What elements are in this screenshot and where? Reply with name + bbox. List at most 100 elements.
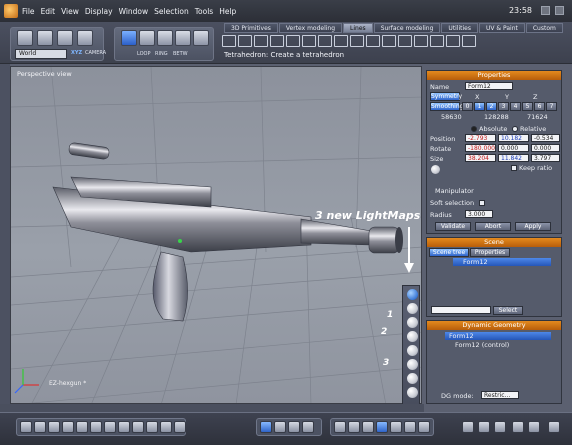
menu-help[interactable]: Help — [219, 7, 236, 16]
render-settings-icon[interactable] — [494, 421, 506, 433]
gun-model[interactable] — [52, 142, 403, 322]
layout-icon[interactable] — [90, 421, 102, 433]
lightmap-3-sphere-icon[interactable] — [407, 359, 418, 370]
curve-icon[interactable] — [254, 35, 268, 47]
scene-tree-item[interactable]: Form12 — [463, 258, 488, 266]
smoothing-6[interactable]: 6 — [534, 102, 545, 111]
lightmap-1-sphere-icon[interactable] — [407, 303, 418, 314]
lightmap-sphere-icon[interactable] — [407, 387, 418, 398]
perspective-viewport[interactable]: Perspective view 3 new LightMaps 1 2 3 E… — [10, 66, 422, 404]
rectangle-line-icon[interactable] — [222, 35, 236, 47]
face-mode-cube-icon[interactable] — [139, 30, 155, 46]
split-view-vertical-icon[interactable] — [62, 421, 74, 433]
tab-custom[interactable]: Custom — [525, 23, 563, 33]
relative-radio[interactable] — [512, 126, 518, 132]
size-x-field[interactable]: 38.204 — [465, 154, 496, 162]
tab-vertex-modeling[interactable]: Vertex modeling — [278, 23, 343, 33]
tab-surface-modeling[interactable]: Surface modeling — [373, 23, 441, 33]
pan-icon[interactable] — [260, 421, 272, 433]
smoothing-4[interactable]: 4 — [510, 102, 521, 111]
xyz-label[interactable]: XYZ — [71, 50, 82, 56]
extract-curve-icon[interactable] — [398, 35, 412, 47]
scene-filter-input[interactable] — [431, 306, 491, 314]
rotate-z-field[interactable]: 0.000 — [531, 144, 560, 152]
pivot-sphere-icon[interactable] — [431, 165, 440, 174]
arc-icon[interactable] — [318, 35, 332, 47]
smoothing-1[interactable]: 1 — [474, 102, 485, 111]
select-arrow-icon[interactable] — [17, 30, 33, 46]
render-preview-icon[interactable] — [512, 421, 524, 433]
single-view-icon[interactable] — [20, 421, 32, 433]
star-icon[interactable] — [350, 35, 364, 47]
keep-ratio-checkbox[interactable] — [511, 165, 517, 171]
vertex-mode-cube-icon[interactable] — [175, 30, 191, 46]
apply-button[interactable]: Apply — [515, 222, 551, 231]
world-select[interactable]: World — [15, 49, 67, 59]
object-mode-cube-icon[interactable] — [121, 30, 137, 46]
split-view-icon[interactable] — [48, 421, 60, 433]
lightmap-sphere-icon[interactable] — [407, 345, 418, 356]
layout-alt-icon[interactable] — [104, 421, 116, 433]
lightmap-sphere-icon[interactable] — [407, 373, 418, 384]
tab-scene-properties[interactable]: Properties — [470, 248, 510, 257]
globe-icon[interactable] — [334, 421, 346, 433]
size-z-field[interactable]: 3.797 — [531, 154, 560, 162]
frame-icon[interactable] — [302, 421, 314, 433]
sphere-shading-icon[interactable] — [348, 421, 360, 433]
position-x-field[interactable]: -2.793 — [465, 134, 496, 142]
soft-selection-checkbox[interactable] — [479, 200, 485, 206]
text-tool-icon[interactable] — [382, 35, 396, 47]
between-label[interactable]: BETW — [173, 51, 188, 57]
sphere-icon[interactable] — [462, 35, 476, 47]
lightmap-globe-icon[interactable] — [407, 289, 418, 300]
viewport-left-handle[interactable] — [0, 64, 10, 404]
smoothing-button[interactable]: Smoothing — [430, 102, 463, 111]
render-final-icon[interactable] — [528, 421, 540, 433]
symmetry-button[interactable]: Symmetry — [430, 92, 462, 101]
sphere-shading-alt-icon[interactable] — [362, 421, 374, 433]
menu-tools[interactable]: Tools — [195, 7, 213, 16]
close-button[interactable] — [555, 6, 564, 15]
lightmap-icon[interactable] — [404, 421, 416, 433]
spiral-icon[interactable] — [334, 35, 348, 47]
render-region-icon[interactable] — [478, 421, 490, 433]
tab-scene-tree[interactable]: Scene tree — [429, 248, 469, 257]
shaded-icon[interactable] — [160, 421, 172, 433]
menu-display[interactable]: Display — [85, 7, 113, 16]
zigzag-icon[interactable] — [286, 35, 300, 47]
position-y-field[interactable]: 10.182 — [498, 134, 529, 142]
rotate-icon[interactable] — [77, 30, 93, 46]
paint-curve-icon[interactable] — [430, 35, 444, 47]
smoothing-2[interactable]: 2 — [486, 102, 497, 111]
camera-icon[interactable] — [548, 421, 560, 433]
textured-icon[interactable] — [174, 421, 186, 433]
grid-view-icon[interactable] — [118, 421, 130, 433]
zoom-icon[interactable] — [288, 421, 300, 433]
select-button[interactable]: Select — [493, 306, 523, 315]
smoothing-0[interactable]: 0 — [462, 102, 473, 111]
menu-selection[interactable]: Selection — [154, 7, 189, 16]
smoothing-5[interactable]: 5 — [522, 102, 533, 111]
lightmap-active-icon[interactable] — [376, 421, 388, 433]
rotate-x-field[interactable]: -180.000 — [465, 144, 496, 152]
radius-field[interactable]: 3.000 — [465, 210, 493, 218]
ring-label[interactable]: RING — [155, 51, 168, 57]
minimize-button[interactable] — [541, 6, 550, 15]
loop-label[interactable]: LOOP — [137, 51, 151, 57]
polygon-icon[interactable] — [366, 35, 380, 47]
camera-label[interactable]: CAMERA — [85, 50, 106, 56]
menu-window[interactable]: Window — [119, 7, 149, 16]
viewport-bottom-handle[interactable] — [0, 404, 424, 412]
position-z-field[interactable]: -0.534 — [531, 134, 560, 142]
lightmap-icon[interactable] — [418, 421, 430, 433]
lightmap-2-sphere-icon[interactable] — [407, 317, 418, 328]
smoothing-7[interactable]: 7 — [546, 102, 557, 111]
absolute-radio[interactable] — [471, 126, 477, 132]
name-field[interactable]: Form12 — [465, 82, 513, 90]
spline-icon[interactable] — [270, 35, 284, 47]
orbit-icon[interactable] — [274, 421, 286, 433]
three-views-icon[interactable] — [76, 421, 88, 433]
lightmap-sphere-icon[interactable] — [407, 331, 418, 342]
tab-3d-primitives[interactable]: 3D Primitives — [224, 23, 278, 33]
render-view-icon[interactable] — [132, 421, 144, 433]
